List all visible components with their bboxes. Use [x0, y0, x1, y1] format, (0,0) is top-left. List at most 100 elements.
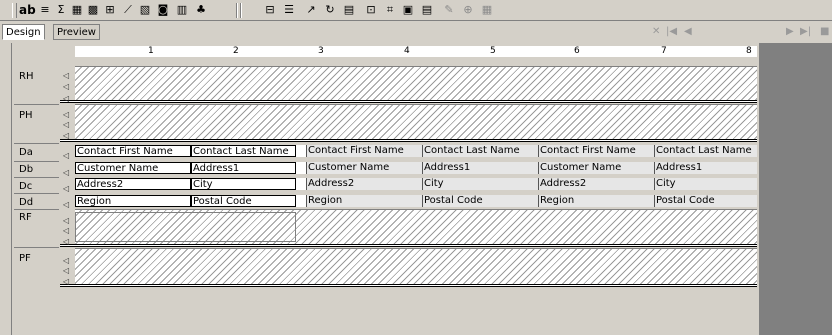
last-page-icon[interactable]: ▶| — [800, 26, 811, 37]
band-marker-icon: ◁ — [63, 131, 70, 140]
field-address2[interactable]: Address2 — [538, 178, 654, 190]
detail-row-dc: Address2 City Address2 City Address2 Cit… — [75, 178, 757, 190]
ruler-mark: 6 — [574, 46, 580, 56]
field-city[interactable]: City — [191, 178, 296, 190]
subform-icon[interactable]: ▣ — [401, 3, 415, 17]
band-divider — [14, 161, 59, 162]
stop-icon[interactable]: ■ — [820, 26, 829, 37]
report-footer-box[interactable] — [75, 212, 296, 242]
field-postal-code[interactable]: Postal Code — [654, 195, 757, 207]
band-divider — [14, 177, 59, 178]
band-marker-icon: ◁ — [63, 266, 70, 275]
chart-alt-icon[interactable]: ⊕ — [461, 3, 475, 17]
ruler-mark: 7 — [661, 46, 667, 56]
band-marker-icon: ◁ — [63, 277, 70, 286]
field-address1[interactable]: Address1 — [191, 162, 296, 174]
rich-text-icon[interactable]: ☰ — [282, 3, 296, 17]
band-marker-icon: ◁ — [63, 216, 70, 225]
band-label-da[interactable]: Da — [19, 147, 33, 158]
grid-icon[interactable]: ▩ — [86, 3, 100, 17]
left-bar — [0, 43, 12, 335]
ruler-mark: 2 — [233, 46, 239, 56]
prev-page-icon[interactable]: ◀ — [684, 26, 692, 37]
detail-row-db: Customer Name Address1 Customer Name Add… — [75, 162, 757, 174]
field-city[interactable]: City — [422, 178, 538, 190]
field-contact-last-name[interactable]: Contact Last Name — [422, 145, 538, 157]
band-divider — [14, 209, 59, 210]
band-divider — [14, 193, 59, 194]
field-contact-first-name[interactable]: Contact First Name — [306, 145, 422, 157]
script-icon[interactable]: ✎ — [442, 3, 456, 17]
field-region[interactable]: Region — [75, 195, 191, 207]
ruler-mark: 3 — [318, 46, 324, 56]
text-box-icon[interactable]: ab — [19, 2, 36, 18]
band-label-rh[interactable]: RH — [19, 71, 33, 82]
image-icon[interactable]: ▧ — [138, 3, 152, 17]
band-area-pf[interactable] — [75, 248, 757, 285]
report-icon[interactable]: ▤ — [420, 3, 434, 17]
subreport-icon[interactable]: ⊟ — [263, 3, 277, 17]
first-page-icon[interactable]: |◀ — [666, 26, 677, 37]
tab-design[interactable]: Design — [2, 24, 45, 40]
field-contact-first-name[interactable]: Contact First Name — [75, 145, 191, 157]
band-marker-icon: ◁ — [63, 120, 70, 129]
field-address1[interactable]: Address1 — [654, 162, 757, 174]
band-marker-icon: ◁ — [63, 256, 70, 265]
band-marker-icon: ◁ — [63, 71, 70, 80]
band-label-dc[interactable]: Dc — [19, 181, 32, 192]
field-contact-first-name[interactable]: Contact First Name — [538, 145, 654, 157]
ruler: 1 2 3 4 5 6 7 8 — [75, 46, 757, 57]
band-area-rh[interactable] — [75, 66, 757, 101]
shape-icon[interactable]: ↗ — [304, 3, 318, 17]
field-customer-name[interactable]: Customer Name — [538, 162, 654, 174]
band-marker-icon: ◁ — [63, 184, 70, 193]
picture-icon[interactable]: ◙ — [156, 3, 170, 17]
band-label-pf[interactable]: PF — [19, 253, 31, 264]
rotate-icon[interactable]: ↻ — [323, 3, 337, 17]
crosstab-icon[interactable]: ⊡ — [364, 3, 378, 17]
chart-icon[interactable]: ▥ — [175, 3, 189, 17]
band-separator[interactable] — [60, 284, 757, 287]
band-separator[interactable] — [60, 100, 757, 103]
close-icon[interactable]: ✕ — [652, 26, 660, 37]
band-marker-icon: ◁ — [63, 94, 70, 103]
band-label-db[interactable]: Db — [19, 164, 33, 175]
list-icon[interactable]: ≡ — [38, 3, 52, 17]
field-address2[interactable]: Address2 — [75, 178, 191, 190]
field-contact-last-name[interactable]: Contact Last Name — [654, 145, 757, 157]
table-icon[interactable]: ▦ — [70, 3, 84, 17]
band-label-ph[interactable]: PH — [19, 110, 33, 121]
next-page-icon[interactable]: ▶ — [786, 26, 794, 37]
tree-icon[interactable]: ♣ — [194, 3, 208, 17]
band-divider — [14, 143, 59, 144]
band-marker-icon: ◁ — [63, 168, 70, 177]
xml-icon[interactable]: ⌗ — [383, 3, 397, 17]
band-separator[interactable] — [60, 139, 757, 142]
field-customer-name[interactable]: Customer Name — [75, 162, 191, 174]
tab-preview[interactable]: Preview — [53, 24, 100, 40]
band-label-rf[interactable]: RF — [19, 212, 32, 223]
band-area-ph[interactable] — [75, 104, 757, 140]
toolbar-grip[interactable] — [12, 3, 17, 18]
ruler-mark: 8 — [746, 46, 752, 56]
sum-icon[interactable]: Σ — [54, 3, 68, 17]
field-address2[interactable]: Address2 — [306, 178, 422, 190]
image-field-icon[interactable]: ⊞ — [103, 3, 117, 17]
band-marker-icon: ◁ — [63, 226, 70, 235]
map-icon[interactable]: ▦ — [480, 3, 494, 17]
field-region[interactable]: Region — [538, 195, 654, 207]
line-icon[interactable]: ⟋ — [121, 3, 135, 17]
band-marker-icon: ◁ — [63, 82, 70, 91]
field-postal-code[interactable]: Postal Code — [191, 195, 296, 207]
field-address1[interactable]: Address1 — [422, 162, 538, 174]
ruler-mark: 4 — [404, 46, 410, 56]
band-marker-icon: ◁ — [63, 200, 70, 209]
field-postal-code[interactable]: Postal Code — [422, 195, 538, 207]
field-region[interactable]: Region — [306, 195, 422, 207]
field-customer-name[interactable]: Customer Name — [306, 162, 422, 174]
field-contact-last-name[interactable]: Contact Last Name — [191, 145, 296, 157]
barcode-icon[interactable]: ▤ — [342, 3, 356, 17]
field-city[interactable]: City — [654, 178, 757, 190]
band-label-dd[interactable]: Dd — [19, 197, 33, 208]
band-separator[interactable] — [60, 244, 757, 247]
